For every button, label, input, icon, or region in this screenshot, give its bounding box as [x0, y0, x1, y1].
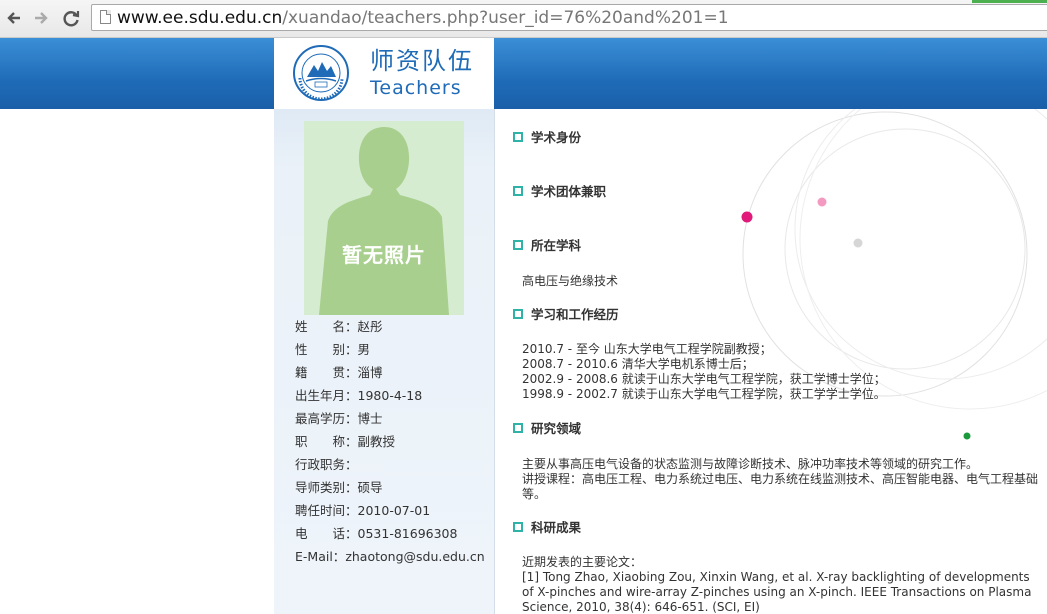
grey-dot: [853, 238, 863, 248]
green-dot: [963, 432, 971, 440]
arrow-left-icon: [7, 12, 20, 24]
info-gender: 性 别：男: [295, 342, 371, 357]
address-bar[interactable]: www.ee.sdu.edu.cn/xuandao/teachers.php?u…: [91, 4, 1047, 31]
magenta-dot: [741, 211, 753, 223]
discipline-text: 高电压与绝缘技术: [522, 274, 619, 288]
info-phone: 电 话：0531-81696308: [295, 526, 458, 541]
section-experience: 学习和工作经历: [513, 306, 619, 324]
section-academic-posts: 学术团体兼职: [513, 183, 606, 201]
reload-icon: [63, 11, 80, 27]
experience-line: 2008.7 - 2010.6 清华大学电机系博士后；: [522, 357, 754, 371]
info-name: 姓 名：赵彤: [295, 319, 383, 334]
section-results: 科研成果: [513, 519, 581, 537]
square-bullet-icon: [513, 131, 523, 142]
info-admin-post: 行政职务：: [295, 457, 358, 472]
browser-toolbar: www.ee.sdu.edu.cn/xuandao/teachers.php?u…: [0, 0, 1047, 38]
square-bullet-icon: [513, 239, 523, 250]
forward-button[interactable]: [30, 6, 52, 30]
research-text: 主要从事高压电气设备的状态监测与故障诊断技术、脉冲功率技术等领域的研究工作。 讲…: [522, 457, 1039, 501]
square-bullet-icon: [513, 422, 523, 433]
experience-line: 2010.7 - 至今 山东大学电气工程学院副教授；: [522, 342, 772, 356]
person-silhouette-icon: [304, 121, 464, 315]
experience-text: 2010.7 - 至今 山东大学电气工程学院副教授； 2008.7 - 2010…: [522, 342, 1042, 402]
info-title: 职 称：副教授: [295, 434, 396, 449]
section-research: 研究领域: [513, 420, 581, 438]
info-email: E-Mail：zhaotong@sdu.edu.cn: [295, 549, 485, 564]
square-bullet-icon: [513, 308, 523, 319]
extension-indicator: [972, 0, 1047, 3]
info-supervisor-type: 导师类别：硕导: [295, 480, 383, 495]
info-hire-date: 聘任时间：2010-07-01: [295, 503, 431, 518]
photo-placeholder: 暂无照片: [304, 121, 464, 315]
info-birth: 出生年月：1980-4-18: [295, 388, 423, 403]
profile-info-list: 姓 名：赵彤 性 别：男 籍 贯：淄博 出生年月：1980-4-18 最高学历：…: [295, 315, 495, 568]
info-degree: 最高学历：博士: [295, 411, 383, 426]
reload-button[interactable]: [60, 6, 82, 30]
university-seal-icon: [293, 45, 349, 101]
header-banner: [0, 38, 1047, 109]
arrow-right-icon: [35, 12, 48, 24]
photo-placeholder-label: 暂无照片: [342, 243, 426, 267]
page-icon: [100, 10, 111, 24]
url-text: www.ee.sdu.edu.cn/xuandao/teachers.php?u…: [117, 8, 729, 28]
info-native-place: 籍 贯：淄博: [295, 365, 383, 380]
experience-line: 2002.9 - 2008.6 就读于山东大学电气工程学院，获工学博士学位；: [522, 372, 886, 386]
page-title: 师资队伍: [370, 47, 474, 75]
back-button[interactable]: [3, 6, 25, 30]
profile-sidebar: 暂无照片 姓 名：赵彤 性 别：男 籍 贯：淄博 出生年月：1980-4-18 …: [274, 109, 495, 614]
site-logo[interactable]: 师资队伍 Teachers: [274, 38, 494, 109]
profile-content: 学术身份 学术团体兼职 所在学科 高电压与绝缘技术 学习和工作经历 2010.7…: [495, 109, 1047, 614]
results-text: 近期发表的主要论文： [1] Tong Zhao, Xiaobing Zou, …: [522, 555, 1032, 614]
square-bullet-icon: [513, 185, 523, 196]
experience-line: 1998.9 - 2002.7 就读于山东大学电气工程学院，获工学学士学位。: [522, 387, 886, 401]
square-bullet-icon: [513, 521, 523, 532]
section-academic-identity: 学术身份: [513, 129, 581, 147]
pink-dot: [817, 197, 827, 207]
page-subtitle: Teachers: [370, 77, 462, 99]
section-discipline: 所在学科: [513, 237, 581, 255]
